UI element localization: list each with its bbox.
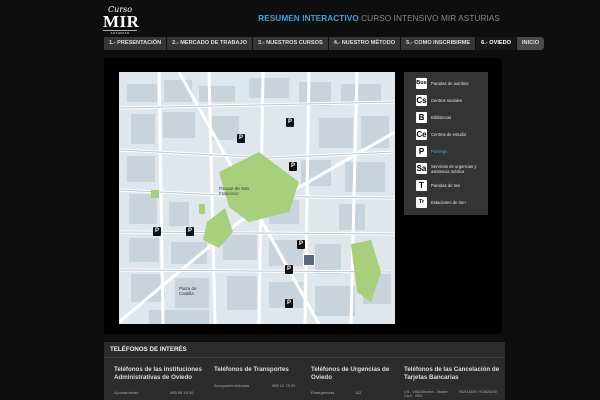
nav-inicio[interactable]: INICIO: [517, 37, 545, 50]
phone-row-name: 4 B - VISA Electron - Master Card - VISA: [404, 390, 448, 398]
parking-icon[interactable]: P: [186, 227, 194, 236]
nav-nuestros-cursos[interactable]: 3.- NUESTROS CURSOS: [253, 37, 328, 50]
column-title: Teléfonos de las instituciones Administr…: [114, 366, 202, 381]
parking-icon[interactable]: P: [285, 265, 293, 274]
legend-item-social-centers[interactable]: Cs Centros sociales: [416, 95, 491, 106]
legend-item-parkings[interactable]: P Parkings: [416, 146, 491, 157]
phones-heading: TELÉFONOS DE INTERÉS: [104, 342, 505, 358]
bus-stop-icon: Bus: [416, 78, 427, 89]
page-title-rest: CURSO INTENSIVO MIR ASTURIAS: [361, 14, 500, 23]
train-station-icon: Tr: [416, 197, 427, 208]
parking-icon[interactable]: P: [286, 118, 294, 127]
column-title: Teléfonos de Urgencias de Oviedo: [311, 366, 390, 381]
map-label-plaza: Plaza de Castilla: [179, 286, 197, 296]
legend-item-libraries[interactable]: B Bibliotecas: [416, 112, 491, 123]
legend-label: Centros de estudio: [431, 132, 467, 137]
phones-column-cards: Teléfonos de las Cancelación de Tarjetas…: [404, 366, 502, 381]
phones-column-emergencies: Teléfonos de Urgencias de Oviedo: [311, 366, 396, 381]
legend-label: Paradas de autobus: [431, 81, 469, 86]
nav-presentacion[interactable]: 1.- PRESENTACIÓN: [104, 37, 167, 50]
map-legend: Bus Paradas de autobus Cs Centros social…: [404, 72, 488, 215]
legend-item-train[interactable]: Tr Estaciones de tren: [416, 197, 491, 208]
page-title-highlight: RESUMEN INTERACTIVO: [258, 14, 359, 23]
legend-label: Parkings: [431, 149, 448, 154]
nav-como-inscribirme[interactable]: 5.- COMO INSCRIBIRME: [401, 37, 476, 50]
phone-row-value: 112: [355, 390, 362, 395]
city-map[interactable]: Parque de San Francisco Plaza de Castill…: [119, 72, 395, 324]
social-center-icon: Cs: [416, 95, 427, 106]
parking-icon[interactable]: P: [153, 227, 161, 236]
legend-item-emergency[interactable]: Sa Servicios de urgencias y asistencia m…: [416, 163, 491, 174]
phone-row-name: Emergencias: [311, 390, 335, 395]
map-building-icon: [303, 254, 315, 266]
logo[interactable]: Curso MIR ASTURIAS: [103, 6, 140, 35]
parking-icon[interactable]: P: [297, 240, 305, 249]
phones-column-institutions: Teléfonos de las instituciones Administr…: [114, 366, 209, 381]
library-icon: B: [416, 112, 427, 123]
legend-item-taxi[interactable]: T Paradas de taxi: [416, 180, 491, 191]
legend-label: Centros sociales: [431, 98, 462, 103]
legend-label: Estaciones de tren: [431, 200, 466, 205]
logo-mir: MIR: [103, 12, 140, 31]
map-streets: [119, 72, 395, 324]
phone-row-value: 985 12 75 00: [272, 383, 296, 388]
phone-row-name: Aeropuerto Asturias: [214, 383, 250, 388]
nav-oviedo[interactable]: 6.- OVIEDO: [476, 37, 516, 50]
legend-item-study-centers[interactable]: Ce Centros de estudio: [416, 129, 491, 140]
parking-icon: P: [416, 146, 427, 157]
phones-section: TELÉFONOS DE INTERÉS Teléfonos de las in…: [104, 342, 505, 400]
nav-nuestro-metodo[interactable]: 4.- NUESTRO MÉTODO: [328, 37, 401, 50]
nav-mercado-de-trabajo[interactable]: 2.- MERCADO DE TRABAJO: [167, 37, 253, 50]
column-title: Teléfonos de Transportes: [214, 366, 289, 373]
column-title: Teléfonos de las Cancelación de Tarjetas…: [404, 366, 500, 381]
page-title: RESUMEN INTERACTIVO CURSO INTENSIVO MIR …: [258, 14, 500, 23]
phones-column-transport: Teléfonos de Transportes: [214, 366, 304, 374]
parking-icon[interactable]: P: [285, 299, 293, 308]
taxi-icon: T: [416, 180, 427, 191]
health-service-icon: Sa: [416, 163, 427, 174]
main-nav: 1.- PRESENTACIÓN 2.- MERCADO DE TRABAJO …: [104, 37, 545, 50]
phone-row-value: 985 98 18 00: [170, 390, 194, 395]
study-center-icon: Ce: [416, 129, 427, 140]
legend-label: Servicios de urgencias y asistencia médi…: [431, 163, 477, 174]
map-label-park: Parque de San Francisco: [219, 186, 250, 196]
phone-row-name: Ayuntamiento: [114, 390, 139, 395]
legend-item-bus[interactable]: Bus Paradas de autobus: [416, 78, 491, 89]
phone-row-value: 902114400 / 913626200: [459, 390, 497, 394]
legend-label: Paradas de taxi: [431, 183, 461, 188]
parking-icon[interactable]: P: [237, 134, 245, 143]
parking-icon[interactable]: P: [289, 162, 297, 171]
legend-label: Bibliotecas: [431, 115, 452, 120]
